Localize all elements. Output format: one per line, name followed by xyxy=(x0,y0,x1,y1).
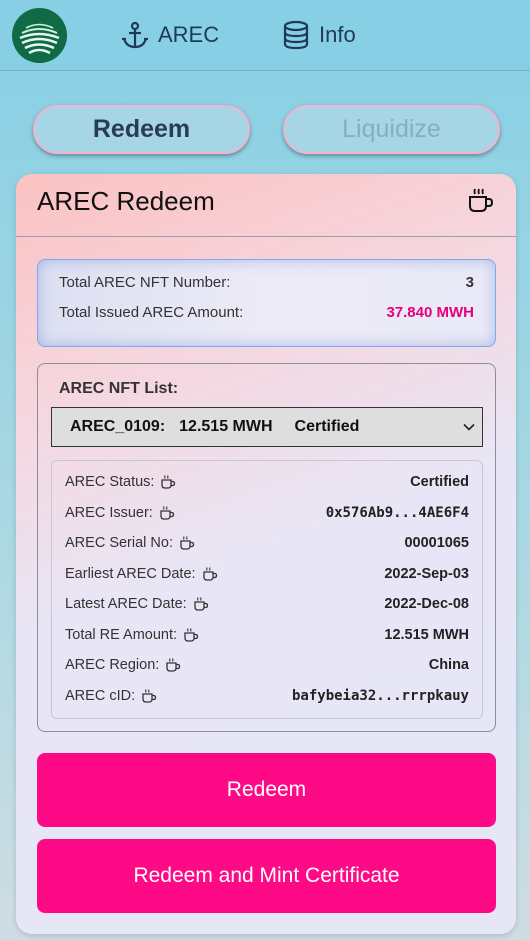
selected-nft-status: Certified xyxy=(294,418,360,435)
issued-amount-label: Total Issued AREC Amount: xyxy=(59,304,244,321)
detail-label: AREC cID: xyxy=(65,688,157,704)
nav-arec[interactable]: AREC xyxy=(120,18,219,52)
arec-redeem-card: AREC Redeem Total AREC NFT Number: 3 Tot… xyxy=(16,174,516,934)
app-logo-icon[interactable] xyxy=(12,8,67,63)
anchor-icon xyxy=(122,21,148,49)
selected-nft-amount: 12.515 MWH xyxy=(179,418,273,435)
detail-label-text: AREC Status: xyxy=(65,474,155,490)
nav-info-label: Info xyxy=(319,22,356,47)
coffee-icon[interactable] xyxy=(183,627,199,643)
coffee-icon[interactable] xyxy=(159,505,175,521)
chevron-down-icon xyxy=(463,423,475,431)
summary-row-issued-amount: Total Issued AREC Amount: 37.840 MWH xyxy=(59,304,474,326)
detail-value: bafybeia32...rrrpkauy xyxy=(291,688,469,704)
detail-label: Latest AREC Date: xyxy=(65,596,209,612)
coffee-icon[interactable] xyxy=(466,186,494,214)
redeem-tab-button[interactable]: Redeem xyxy=(33,105,250,154)
detail-value: Certified xyxy=(410,474,469,490)
top-nav-bar: AREC Info xyxy=(0,0,530,71)
detail-value: 0x576Ab9...4AE6F4 xyxy=(325,505,469,521)
detail-row: Latest AREC Date: 2022-Dec-08 xyxy=(65,593,469,615)
database-icon xyxy=(283,20,309,50)
detail-label-text: AREC Serial No: xyxy=(65,535,173,551)
detail-value: 00001065 xyxy=(404,535,469,551)
nft-select-dropdown[interactable]: AREC_0109: 12.515 MWH Certified xyxy=(51,407,483,447)
detail-label-text: Earliest AREC Date: xyxy=(65,566,196,582)
nft-list-panel: AREC NFT List: AREC_0109: 12.515 MWH Cer… xyxy=(37,363,496,732)
issued-amount-value: 37.840 MWH xyxy=(386,304,474,321)
detail-row: AREC Issuer: 0x576Ab9...4AE6F4 xyxy=(65,502,469,524)
coffee-icon[interactable] xyxy=(141,688,157,704)
nft-list-title: AREC NFT List: xyxy=(59,380,179,397)
detail-label: AREC Status: xyxy=(65,474,176,490)
redeem-and-mint-button[interactable]: Redeem and Mint Certificate xyxy=(37,839,496,913)
detail-label: AREC Region: xyxy=(65,657,181,673)
coffee-icon[interactable] xyxy=(160,474,176,490)
nft-details-panel: AREC Status: Certified AREC Issuer: 0x576Ab… xyxy=(51,460,483,719)
detail-label-text: Total RE Amount: xyxy=(65,627,178,643)
card-divider xyxy=(16,236,516,237)
detail-label-text: AREC cID: xyxy=(65,688,136,704)
detail-label: Earliest AREC Date: xyxy=(65,566,218,582)
detail-value: 2022-Dec-08 xyxy=(384,596,469,612)
card-title: AREC Redeem xyxy=(37,186,215,216)
summary-panel: Total AREC NFT Number: 3 Total Issued AR… xyxy=(37,259,496,347)
liquidize-tab-button[interactable]: Liquidize xyxy=(283,105,500,154)
nav-arec-label: AREC xyxy=(158,22,220,47)
coffee-icon[interactable] xyxy=(193,596,209,612)
coffee-icon[interactable] xyxy=(165,657,181,673)
coffee-icon[interactable] xyxy=(202,566,218,582)
detail-row: Total RE Amount: 12.515 MWH xyxy=(65,624,469,646)
detail-row: AREC Status: Certified xyxy=(65,471,469,493)
detail-value: 2022-Sep-03 xyxy=(384,566,469,582)
detail-label-text: AREC Region: xyxy=(65,657,160,673)
selected-nft-id: AREC_0109: xyxy=(70,418,166,435)
detail-label-text: Latest AREC Date: xyxy=(65,596,187,612)
redeem-button[interactable]: Redeem xyxy=(37,753,496,827)
nft-number-label: Total AREC NFT Number: xyxy=(59,274,231,291)
detail-value: China xyxy=(428,657,469,673)
detail-label: AREC Issuer: xyxy=(65,505,175,521)
detail-row: Earliest AREC Date: 2022-Sep-03 xyxy=(65,563,469,585)
nft-number-value: 3 xyxy=(465,274,474,291)
coffee-icon[interactable] xyxy=(179,535,195,551)
detail-row: AREC cID: bafybeia32...rrrpkauy xyxy=(65,685,469,707)
detail-label-text: AREC Issuer: xyxy=(65,505,153,521)
detail-label: AREC Serial No: xyxy=(65,535,195,551)
detail-row: AREC Serial No: 00001065 xyxy=(65,532,469,554)
detail-value: 12.515 MWH xyxy=(384,627,469,643)
detail-label: Total RE Amount: xyxy=(65,627,199,643)
nav-info[interactable]: Info xyxy=(281,18,356,52)
summary-row-nft-number: Total AREC NFT Number: 3 xyxy=(59,274,474,296)
detail-row: AREC Region: China xyxy=(65,654,469,676)
